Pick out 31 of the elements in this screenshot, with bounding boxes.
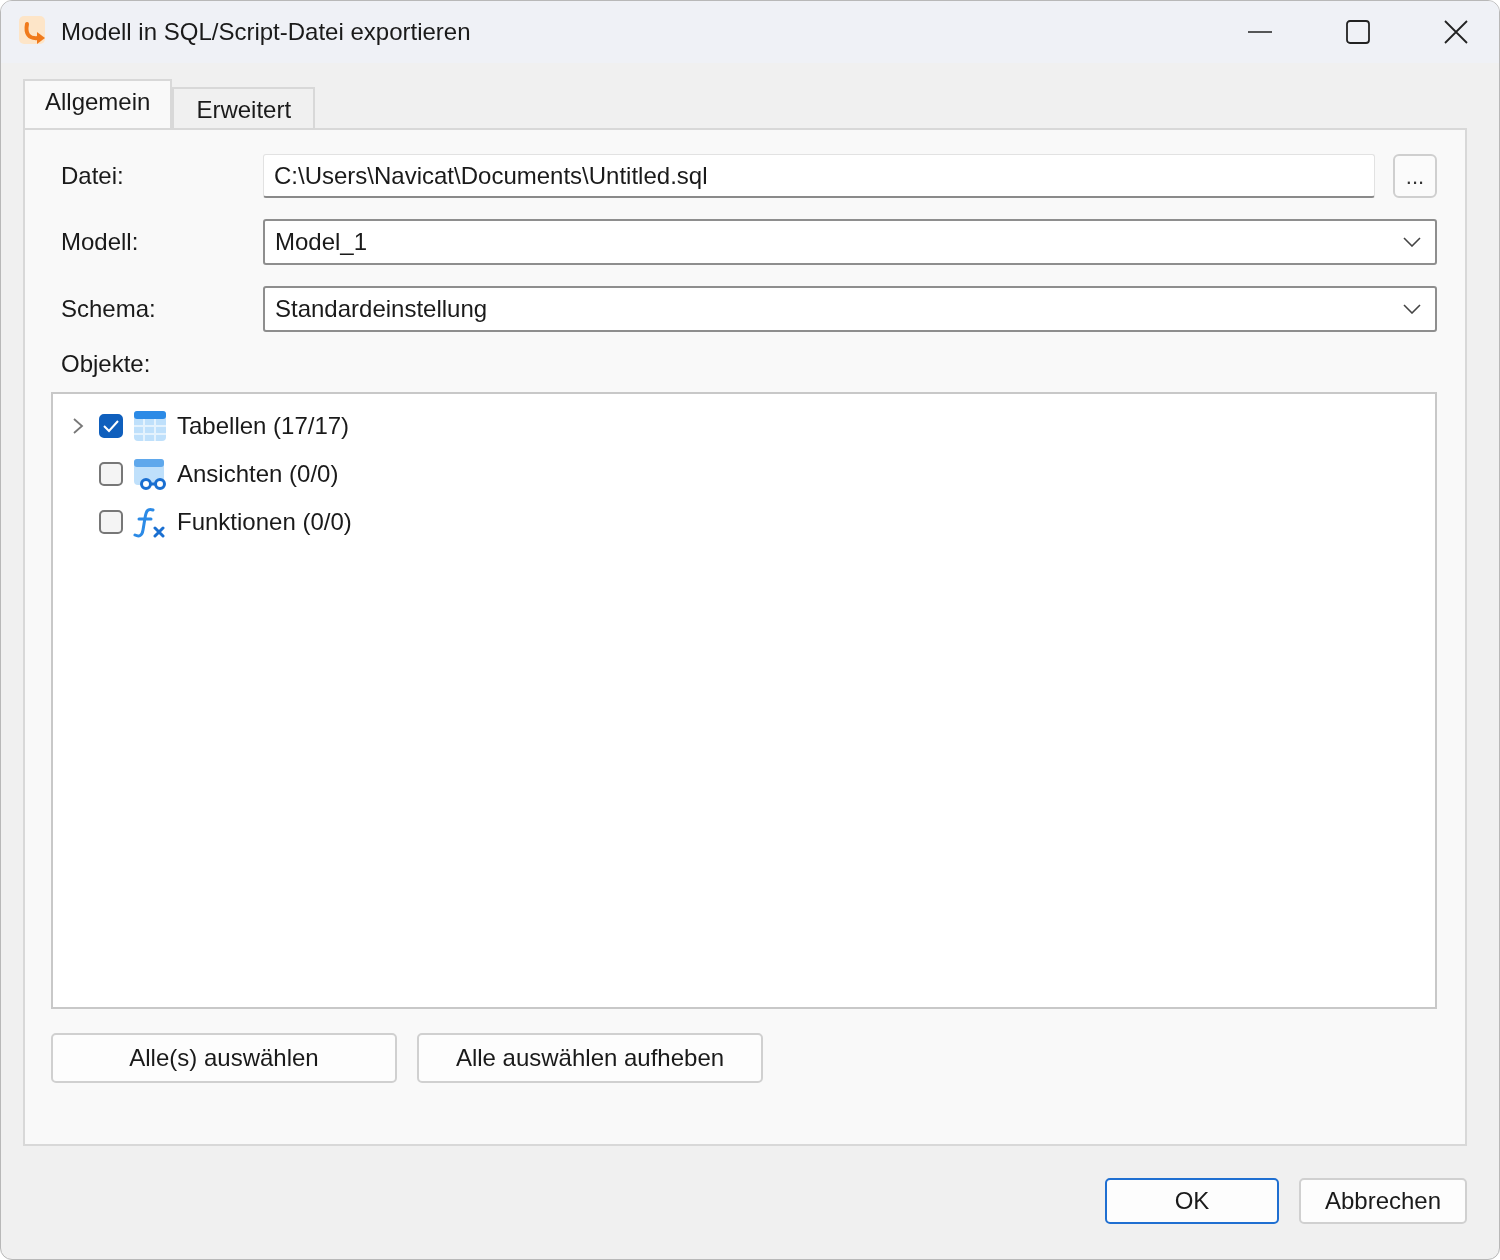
function-icon [133, 506, 167, 538]
file-path-field[interactable]: C:\Users\Navicat\Documents\Untitled.sql [263, 154, 1375, 198]
table-icon [133, 410, 167, 442]
expand-chevron-icon[interactable] [72, 417, 84, 435]
field-label: Objekte: [60, 350, 152, 378]
button[interactable]: OK [1105, 1178, 1279, 1224]
tab[interactable]: Allgemein [23, 79, 173, 129]
dropdown[interactable]: Standardeinstellung [263, 286, 1437, 332]
field-label: Schema: [61, 295, 157, 323]
button[interactable]: Alle(s) auswählen [51, 1033, 397, 1083]
chevron-down-icon [1403, 237, 1421, 247]
checkmark-icon [102, 419, 120, 433]
button[interactable]: Alle auswählen aufheben [417, 1033, 763, 1083]
tree-item-label[interactable]: Ansichten (0/0) [177, 460, 339, 488]
field-label: Modell: [61, 228, 140, 256]
checkbox[interactable] [99, 510, 123, 534]
tree-item-label[interactable]: Tabellen (17/17) [177, 412, 350, 440]
button[interactable]: Abbrechen [1299, 1178, 1467, 1224]
dropdown[interactable]: Model_1 [263, 219, 1437, 265]
window-title: Modell in SQL/Script-Datei exportieren [61, 18, 471, 46]
checkbox[interactable] [99, 462, 123, 486]
tree-item-label[interactable]: Funktionen (0/0) [177, 508, 352, 536]
view-glasses-icon [133, 458, 167, 490]
chevron-down-icon [1403, 304, 1421, 314]
maximize-icon [1345, 19, 1371, 45]
close-icon [1443, 19, 1469, 45]
browse-button[interactable]: ... [1393, 154, 1437, 198]
minimize-icon [1247, 31, 1273, 33]
field-label: Datei: [61, 162, 125, 190]
tab[interactable]: Erweitert [172, 87, 316, 129]
checkbox[interactable] [99, 414, 123, 438]
